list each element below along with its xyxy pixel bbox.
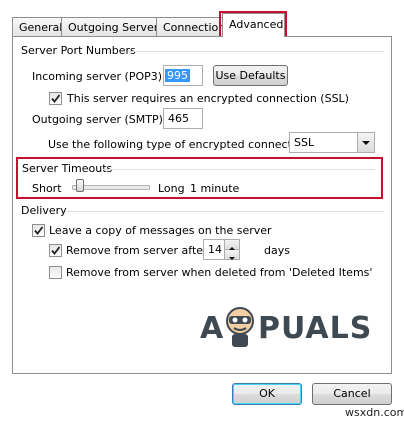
watermark-text: PUALS: [258, 311, 373, 346]
remove-after-checkbox[interactable]: [49, 244, 62, 257]
incoming-port-input[interactable]: 995: [163, 65, 203, 86]
incoming-port-value: 995: [165, 69, 190, 82]
remove-after-days-stepper[interactable]: 14: [203, 239, 240, 260]
encryption-type-value: SSL: [294, 136, 315, 149]
remove-deleted-checkbox[interactable]: [49, 266, 62, 279]
leave-copy-checkbox[interactable]: [32, 224, 45, 237]
ssl-checkbox[interactable]: [49, 92, 62, 105]
appuals-watermark: A PUALS: [200, 305, 371, 375]
stepper-up-button[interactable]: [224, 240, 239, 250]
encryption-type-label: Use the following type of encrypted conn…: [48, 138, 313, 151]
ok-button[interactable]: OK: [232, 383, 302, 405]
tab-connection[interactable]: Connection: [156, 17, 226, 36]
dropdown-button[interactable]: [357, 133, 374, 152]
tab-general[interactable]: General: [12, 17, 62, 36]
timeout-long-label: Long: [158, 182, 185, 195]
days-label: days: [264, 244, 290, 257]
check-icon: [51, 94, 61, 103]
tab-advanced[interactable]: Advanced: [222, 13, 285, 37]
ssl-checkbox-label: This server requires an encrypted connec…: [67, 92, 349, 105]
server-timeouts-group-label: Server Timeouts: [22, 162, 113, 175]
chevron-down-icon: [362, 141, 370, 145]
timeout-short-label: Short: [32, 182, 62, 195]
stepper-down-button[interactable]: [224, 250, 239, 260]
check-icon: [51, 246, 61, 255]
outgoing-port-input[interactable]: 465: [163, 108, 203, 129]
check-icon: [34, 226, 44, 235]
tab-outgoing-server[interactable]: Outgoing Server: [61, 17, 158, 36]
cancel-button[interactable]: Cancel: [312, 383, 392, 405]
timeout-value-label: 1 minute: [190, 182, 240, 195]
server-ports-group-label: Server Port Numbers: [21, 44, 136, 57]
timeout-slider-thumb[interactable]: [76, 179, 84, 192]
incoming-server-label: Incoming server (POP3):: [32, 70, 166, 83]
watermark-letter-a: A: [200, 311, 225, 346]
arrow-down-icon: [229, 257, 235, 260]
encryption-type-select[interactable]: SSL: [289, 132, 375, 153]
mascot-icon: [226, 307, 254, 347]
remove-after-label: Remove from server after: [66, 244, 208, 257]
server-ports-divider: [128, 51, 384, 52]
use-defaults-button[interactable]: Use Defaults: [213, 65, 288, 86]
site-watermark: wsxdn.com: [345, 406, 404, 419]
server-timeouts-divider: [103, 169, 375, 170]
timeout-slider[interactable]: [72, 178, 150, 194]
remove-deleted-label: Remove from server when deleted from 'De…: [66, 266, 373, 279]
delivery-group-label: Delivery: [21, 204, 67, 217]
remove-after-days-value: 14: [208, 243, 222, 256]
outgoing-server-label: Outgoing server (SMTP):: [32, 113, 167, 126]
leave-copy-label: Leave a copy of messages on the server: [49, 224, 272, 237]
account-settings-dialog: General Outgoing Server Connection Advan…: [0, 0, 404, 423]
delivery-divider: [67, 211, 384, 212]
